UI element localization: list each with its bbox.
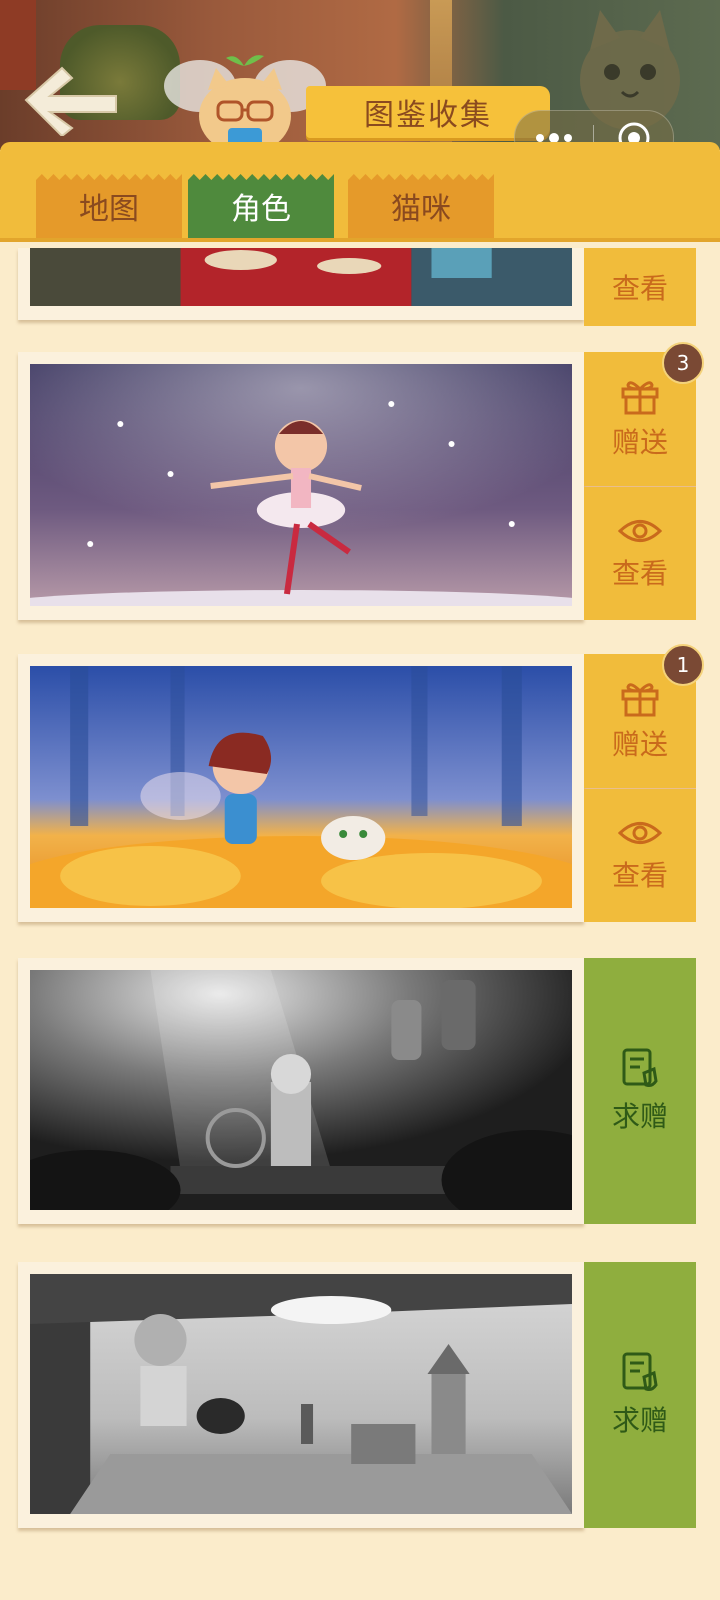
gift-icon (621, 683, 659, 717)
tab-role-label: 角色 (231, 192, 291, 227)
card-image-tea-party[interactable] (30, 248, 572, 306)
card-frame (18, 248, 584, 320)
card-image-ballerina[interactable] (30, 364, 572, 606)
card-actions: 查看 (584, 248, 696, 326)
gift-icon (621, 381, 659, 415)
tab-cat[interactable]: 猫咪 (348, 174, 494, 238)
gift-count-badge: 1 (662, 644, 704, 686)
collection-card: 赠送 查看 3 (18, 342, 704, 620)
request-label: 求赠 (611, 1100, 668, 1133)
collection-card: 赠送 查看 1 (18, 644, 704, 922)
page-title-ribbon: 图鉴收集 (306, 86, 550, 138)
card-actions: 赠送 查看 3 (584, 342, 704, 620)
back-button[interactable] (22, 66, 122, 138)
mascot-cat-icon (164, 55, 326, 154)
gift-label: 赠送 (611, 728, 668, 761)
eye-icon (618, 821, 662, 844)
gift-count-badge: 3 (662, 342, 704, 384)
gift-label: 赠送 (611, 426, 668, 459)
request-icon (622, 1048, 658, 1087)
card-actions: 求赠 (584, 1262, 696, 1528)
collection-card: 求赠 (18, 1262, 696, 1528)
request-button[interactable]: 求赠 (584, 958, 696, 1224)
request-icon (622, 1352, 658, 1391)
request-label: 求赠 (611, 1404, 668, 1437)
request-button[interactable]: 求赠 (584, 1262, 696, 1528)
view-label: 查看 (611, 272, 668, 305)
back-arrow-icon (24, 66, 117, 138)
card-actions: 赠送 查看 1 (584, 644, 704, 922)
tab-role[interactable]: 角色 (188, 174, 334, 238)
page-title: 图鉴收集 (364, 98, 492, 133)
card-frame (18, 1262, 584, 1528)
tab-cat-label: 猫咪 (391, 192, 451, 227)
tab-map-label: 地图 (79, 192, 139, 227)
card-image-autumn-fairy[interactable] (30, 666, 572, 908)
view-button[interactable]: 查看 (584, 487, 696, 620)
collection-card: 查看 (18, 248, 696, 326)
view-label: 查看 (611, 556, 668, 590)
collection-card: 求赠 (18, 958, 696, 1224)
view-button[interactable]: 查看 (584, 248, 696, 326)
view-label: 查看 (611, 858, 668, 892)
eye-icon (618, 519, 662, 542)
card-actions: 求赠 (584, 958, 696, 1224)
card-image-stage-locked[interactable] (30, 970, 572, 1210)
card-frame (18, 958, 584, 1224)
tab-bar: 地图 角色 猫咪 (0, 142, 720, 238)
card-frame (18, 654, 584, 922)
tab-map[interactable]: 地图 (36, 174, 182, 238)
card-frame (18, 352, 584, 620)
view-button[interactable]: 查看 (584, 789, 696, 922)
card-image-picnic-locked[interactable] (30, 1274, 572, 1514)
